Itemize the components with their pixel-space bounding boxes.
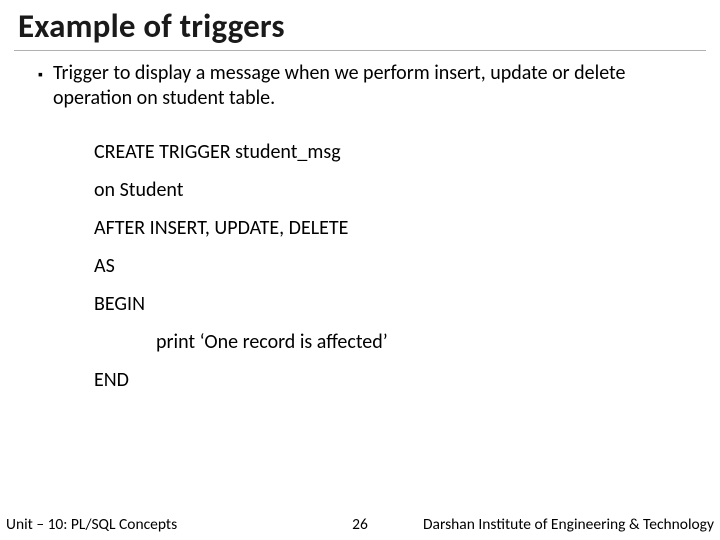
code-line: print ‘One record is affected’ [94,323,682,361]
bullet-text: Trigger to display a message when we per… [53,61,682,111]
footer-page-number: 26 [352,515,368,534]
code-line: AFTER INSERT, UPDATE, DELETE [94,209,682,247]
title-divider [14,50,706,51]
footer-institute: Darshan Institute of Engineering & Techn… [423,515,714,534]
slide-title: Example of triggers [0,0,720,50]
code-line: END [94,361,682,399]
code-line: on Student [94,171,682,209]
slide-body: ▪ Trigger to display a message when we p… [0,59,720,540]
code-line: BEGIN [94,285,682,323]
slide-footer: Unit – 10: PL/SQL Concepts 26 Darshan In… [0,512,720,540]
code-line: AS [94,247,682,285]
footer-unit: Unit – 10: PL/SQL Concepts [6,515,177,534]
bullet-marker-icon: ▪ [38,62,43,88]
bullet-item: ▪ Trigger to display a message when we p… [38,61,682,111]
slide: Example of triggers ▪ Trigger to display… [0,0,720,540]
code-block: CREATE TRIGGER student_msg on Student AF… [38,133,682,399]
code-line: CREATE TRIGGER student_msg [94,133,682,171]
